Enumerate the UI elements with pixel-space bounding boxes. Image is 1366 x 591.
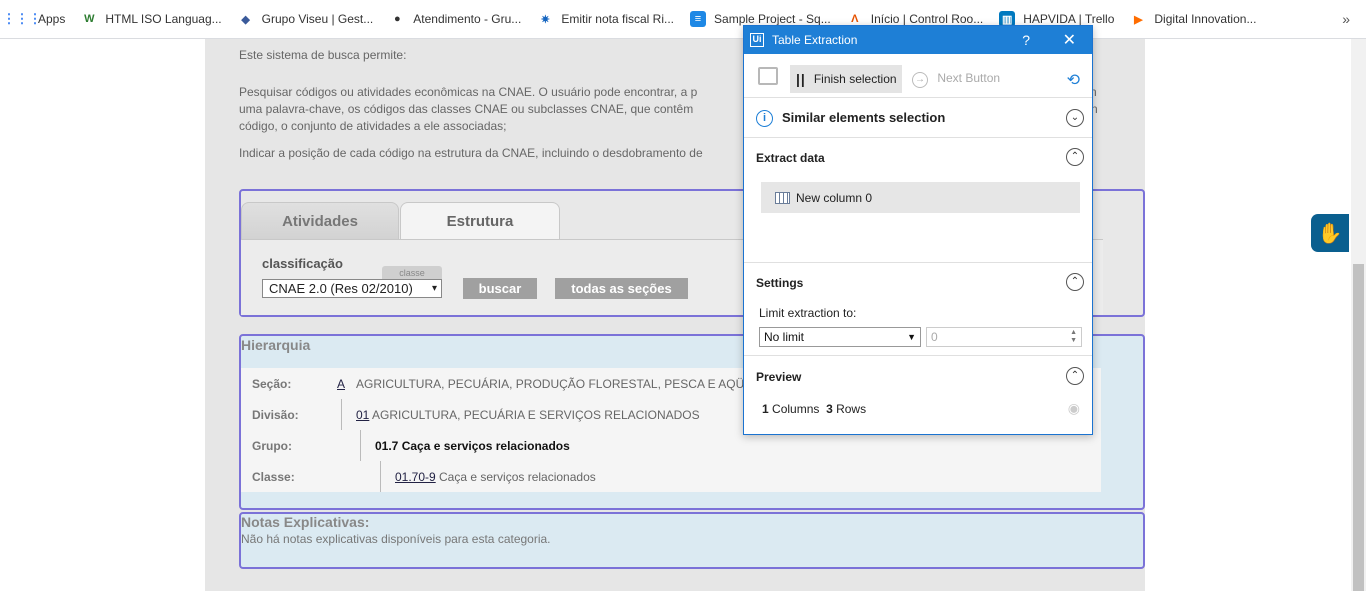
atendimento-icon: ● (393, 13, 401, 25)
chevron-up-icon[interactable]: ⌃ (1066, 273, 1084, 291)
extract-data-title: Extract data (756, 151, 825, 165)
settings-title: Settings (756, 276, 804, 290)
sample-project-icon: ≡ (690, 11, 707, 27)
vertical-scrollbar[interactable] (1351, 39, 1366, 591)
preview-rows-label: Rows (836, 402, 867, 416)
dialog-title: Table Extraction (772, 33, 858, 47)
dialog-toolbar: || Finish selection → Next Button ⟲ (744, 54, 1092, 98)
classificacao-label: classificação (262, 256, 343, 271)
next-button[interactable]: → Next Button (912, 71, 1000, 88)
close-button[interactable]: ✕ (1063, 30, 1076, 50)
bookmarks-bar: ⋮⋮⋮ Apps W HTML ISO Languag... ◆ Grupo V… (0, 0, 1366, 39)
classe-label: classe (382, 266, 442, 280)
intro-paragraph-line-3: código, o conjunto de atividades a ele a… (239, 119, 507, 133)
save-icon[interactable] (758, 67, 778, 85)
intro-paragraph-line-2: uma palavra-chave, os códigos das classe… (239, 102, 694, 116)
accessibility-hand-icon[interactable]: ✋ (1311, 214, 1349, 252)
chevron-up-icon[interactable]: ⌃ (1066, 148, 1084, 166)
column-item[interactable]: New column 0 (761, 182, 1080, 213)
bookmark-label: Digital Innovation... (1154, 12, 1257, 26)
bookmark-apps[interactable]: ⋮⋮⋮ Apps (2, 11, 66, 27)
preview-summary: 1 Columns 3 Rows (762, 402, 866, 416)
eye-icon[interactable]: ◉ (1068, 400, 1080, 417)
nota-fiscal-icon: ✷ (540, 13, 550, 26)
preview-rows-count: 3 (826, 402, 833, 416)
table-extraction-dialog: Ui Table Extraction ? ✕ || Finish select… (743, 25, 1093, 435)
help-button[interactable]: ? (1022, 32, 1030, 48)
dio-icon: ▶ (1134, 13, 1143, 26)
bookmarks-more-button[interactable]: » (1342, 11, 1350, 27)
limit-extraction-label: Limit extraction to: (759, 306, 857, 320)
chevron-down-icon: ▾ (431, 283, 437, 294)
column-name: New column 0 (796, 190, 873, 205)
bookmark-html-iso[interactable]: W HTML ISO Languag... (81, 11, 221, 27)
refresh-icon[interactable]: ⟲ (1067, 70, 1080, 90)
todas-secoes-button[interactable]: todas as seções (555, 278, 688, 299)
similar-elements-title: Similar elements selection (782, 110, 946, 125)
apps-grid-icon: ⋮⋮⋮ (2, 11, 42, 26)
bookmark-grupo-viseu[interactable]: ◆ Grupo Viseu | Gest... (238, 11, 374, 27)
arrow-right-icon: → (912, 72, 928, 88)
spinner-arrows-icon[interactable]: ▲ ▼ (1070, 329, 1077, 345)
preview-title: Preview (756, 370, 802, 384)
tab-atividades[interactable]: Atividades (241, 202, 399, 240)
tab-estrutura[interactable]: Estrutura (400, 202, 560, 240)
bookmark-label: Atendimento - Gru... (413, 12, 522, 26)
row-key: Divisão: (252, 408, 299, 422)
preview-columns-label: Columns (772, 402, 820, 416)
hierarquia-row-classe: Classe: 01.70-9 Caça e serviços relacion… (241, 461, 1101, 492)
row-code-link[interactable]: A (337, 377, 345, 391)
table-column-icon (775, 191, 790, 204)
chevron-down-icon: ▼ (907, 332, 916, 342)
bookmark-atendimento[interactable]: ● Atendimento - Gru... (389, 11, 521, 27)
dialog-title-bar: Ui Table Extraction ? ✕ (744, 26, 1092, 54)
notas-title: Notas Explicativas: (241, 514, 370, 530)
row-text-bold: 01.7 Caça e serviços relacionados (375, 439, 570, 453)
limit-number-field[interactable]: 0 ▲ ▼ (926, 327, 1082, 347)
intro-paragraph-line-1: Pesquisar códigos ou atividades econômic… (239, 85, 698, 99)
classificacao-select-value: CNAE 2.0 (Res 02/2010) (269, 281, 413, 296)
row-text: Caça e serviços relacionados (439, 470, 596, 484)
row-code-link[interactable]: 01.70-9 (395, 470, 436, 484)
hierarquia-title: Hierarquia (241, 337, 311, 353)
pause-bars-icon: || (796, 71, 806, 87)
bookmark-label: Sample Project - Sq... (714, 12, 831, 26)
viseu-icon: ◆ (241, 13, 250, 26)
row-key: Seção: (252, 377, 292, 391)
preview-columns-count: 1 (762, 402, 769, 416)
row-key: Classe: (252, 470, 295, 484)
row-text: AGRICULTURA, PECUÁRIA, PRODUÇÃO FLORESTA… (356, 377, 745, 391)
chevron-down-icon[interactable]: ⌄ (1066, 109, 1084, 127)
uipath-logo-icon: Ui (750, 33, 764, 47)
row-key: Grupo: (252, 439, 292, 453)
w3-icon: W (84, 13, 95, 25)
bookmark-label: Início | Control Roo... (870, 12, 984, 26)
intro-paragraph-3: Indicar a posição de cada código na estr… (239, 146, 703, 160)
notas-text: Não há notas explicativas disponíveis pa… (241, 532, 551, 546)
bookmark-label: HTML ISO Languag... (105, 12, 222, 26)
buscar-button[interactable]: buscar (463, 278, 537, 299)
bookmark-label: Grupo Viseu | Gest... (261, 12, 374, 26)
info-icon: i (756, 110, 773, 127)
finish-selection-label: Finish selection (813, 72, 897, 86)
finish-selection-button[interactable]: || Finish selection (790, 65, 902, 93)
limit-extraction-select[interactable]: No limit ▼ (759, 327, 921, 347)
intro-line-1: Este sistema de busca permite: (239, 48, 407, 62)
limit-number-value: 0 (931, 330, 938, 344)
classificacao-select[interactable]: CNAE 2.0 (Res 02/2010) ▾ (262, 279, 442, 298)
row-text: AGRICULTURA, PECUÁRIA E SERVIÇOS RELACIO… (372, 408, 700, 422)
bookmark-label: Apps (38, 12, 66, 26)
similar-elements-section[interactable]: i Similar elements selection ⌄ (744, 98, 1092, 138)
chevron-up-icon[interactable]: ⌃ (1066, 367, 1084, 385)
next-button-label: Next Button (937, 71, 1001, 85)
limit-select-value: No limit (764, 330, 805, 344)
bookmark-dio[interactable]: ▶ Digital Innovation... (1130, 11, 1256, 27)
bookmark-label: HAPVIDA | Trello (1023, 12, 1115, 26)
bookmark-label: Emitir nota fiscal Ri... (561, 12, 675, 26)
scrollbar-thumb[interactable] (1353, 264, 1364, 591)
bookmark-nota-fiscal[interactable]: ✷ Emitir nota fiscal Ri... (537, 11, 674, 27)
row-code-link[interactable]: 01 (356, 408, 369, 422)
